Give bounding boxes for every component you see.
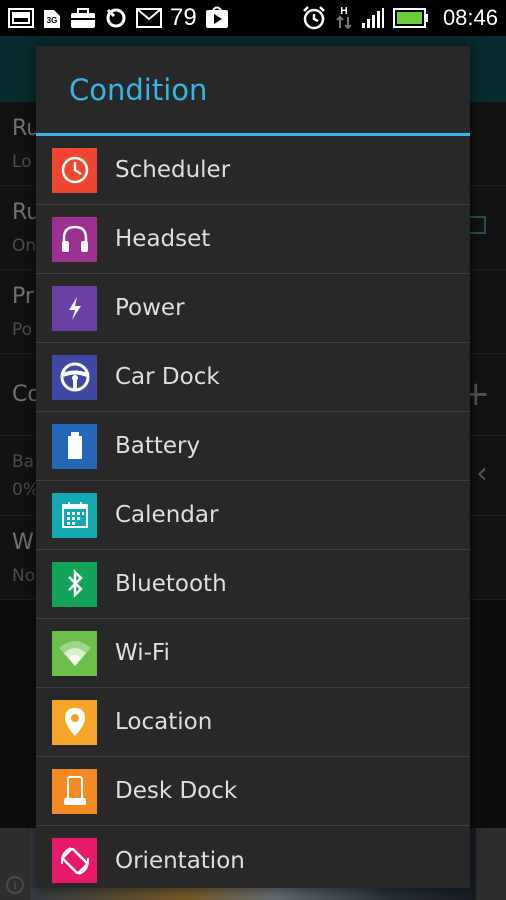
calendar-icon bbox=[52, 492, 97, 538]
notification-count: 79 bbox=[170, 4, 197, 31]
option-bluetooth[interactable]: Bluetooth bbox=[36, 550, 470, 619]
option-label: Bluetooth bbox=[115, 571, 227, 597]
steering-wheel-icon bbox=[52, 354, 97, 400]
option-scheduler[interactable]: Scheduler bbox=[36, 136, 470, 205]
battery-icon bbox=[52, 423, 97, 469]
option-calendar[interactable]: Calendar bbox=[36, 481, 470, 550]
clock-time: 08:46 bbox=[442, 5, 498, 30]
option-wifi[interactable]: Wi-Fi bbox=[36, 619, 470, 688]
hspa-data-icon: H bbox=[335, 4, 353, 32]
lightning-icon bbox=[52, 285, 97, 331]
option-label: Wi-Fi bbox=[115, 640, 170, 666]
condition-list: Scheduler Headset Power Car Dock Battery bbox=[36, 136, 470, 895]
option-label: Scheduler bbox=[115, 157, 231, 183]
sync-icon bbox=[104, 6, 128, 30]
option-label: Calendar bbox=[115, 502, 219, 528]
option-headset[interactable]: Headset bbox=[36, 205, 470, 274]
battery-status-icon bbox=[392, 7, 429, 29]
option-orientation[interactable]: Orientation bbox=[36, 826, 470, 895]
option-power[interactable]: Power bbox=[36, 274, 470, 343]
option-desk-dock[interactable]: Desk Dock bbox=[36, 757, 470, 826]
status-bar: 3G 79 H 08:46 bbox=[0, 0, 506, 36]
svg-text:H: H bbox=[340, 6, 347, 17]
wifi-icon bbox=[52, 630, 97, 676]
play-store-icon bbox=[205, 6, 229, 30]
option-label: Power bbox=[115, 295, 185, 321]
rotate-icon bbox=[52, 838, 97, 883]
headphones-icon bbox=[52, 216, 97, 262]
option-label: Battery bbox=[115, 433, 201, 459]
dialog-title: Condition bbox=[36, 46, 470, 136]
signal-strength-icon bbox=[361, 7, 385, 29]
option-label: Car Dock bbox=[115, 364, 220, 390]
alarm-icon bbox=[301, 5, 327, 31]
option-label: Location bbox=[115, 709, 213, 735]
option-location[interactable]: Location bbox=[36, 688, 470, 757]
option-car-dock[interactable]: Car Dock bbox=[36, 343, 470, 412]
svg-text:3G: 3G bbox=[47, 16, 58, 25]
briefcase-icon bbox=[70, 7, 96, 29]
condition-dialog: Condition Scheduler Headset Power Car Do… bbox=[36, 46, 470, 888]
option-battery[interactable]: Battery bbox=[36, 412, 470, 481]
option-label: Headset bbox=[115, 226, 211, 252]
clock-icon bbox=[52, 147, 97, 193]
location-pin-icon bbox=[52, 699, 97, 745]
option-label: Desk Dock bbox=[115, 778, 238, 804]
bluetooth-icon bbox=[52, 561, 97, 607]
mail-icon bbox=[136, 7, 162, 29]
sim-3g-icon: 3G bbox=[42, 6, 62, 30]
screenshot-notification-icon bbox=[8, 7, 34, 29]
option-label: Orientation bbox=[115, 847, 245, 874]
desk-dock-icon bbox=[52, 768, 97, 814]
